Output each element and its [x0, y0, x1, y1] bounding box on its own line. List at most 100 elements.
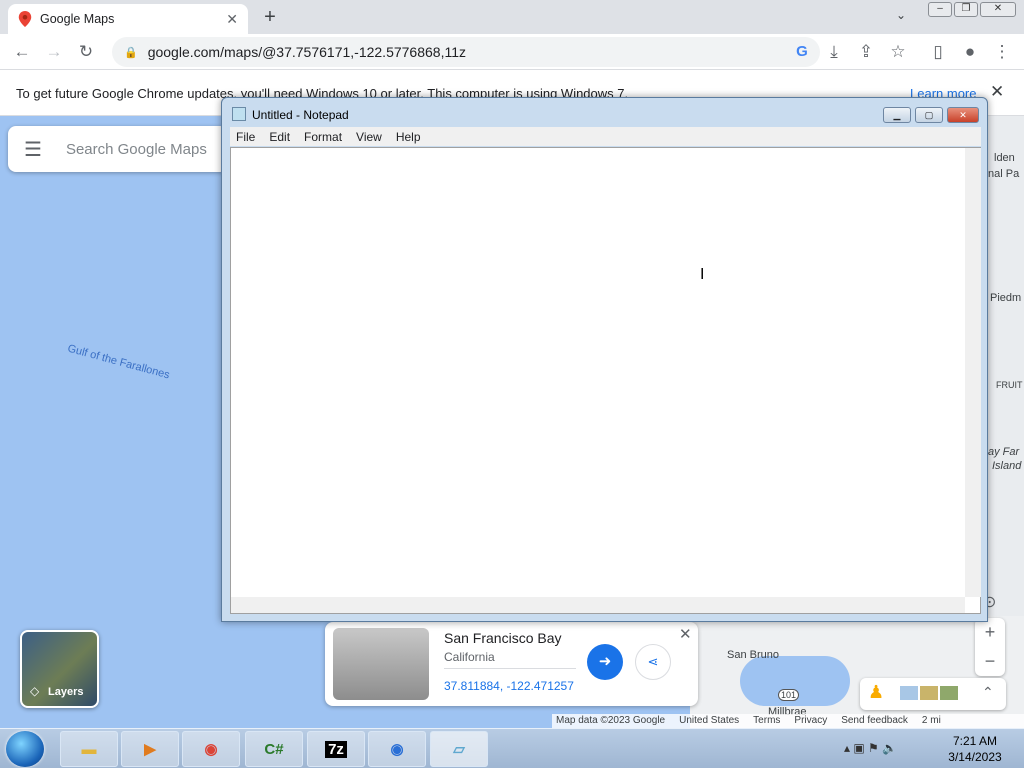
windows-taskbar: ▬ ▶ ◉ C# 7z ◉ ▱ ▴ ▣ ⚑ 🔈 7:21 AM 3/14/202… [0, 728, 1024, 768]
menu-format[interactable]: Format [304, 130, 342, 144]
taskbar-chrome[interactable]: ◉ [182, 731, 240, 767]
bookmark-star-icon[interactable]: ☆ [886, 40, 910, 64]
share-button[interactable]: ⋖ [635, 644, 671, 680]
menu-edit[interactable]: Edit [269, 130, 290, 144]
close-infobar-icon[interactable]: ✕ [990, 82, 1004, 102]
back-icon[interactable]: ← [10, 40, 34, 64]
send-feedback-link[interactable]: Send feedback [841, 714, 908, 728]
edge-label: Piedm [990, 292, 1022, 304]
taskbar-csharp[interactable]: C# [245, 731, 303, 767]
forward-icon[interactable]: → [42, 40, 66, 64]
zoom-out-button[interactable]: − [975, 647, 1005, 676]
notepad-text-area[interactable] [230, 147, 981, 614]
divider [444, 668, 576, 669]
clock-time: 7:21 AM [952, 734, 998, 748]
taskbar-notepad[interactable]: ▱ [430, 731, 488, 767]
edge-label: nal Pa [988, 168, 1020, 180]
place-coordinates[interactable]: 37.811884, -122.471257 [444, 679, 574, 693]
place-card: San Francisco Bay California 37.811884, … [325, 622, 698, 706]
share-icon: ⋖ [647, 654, 659, 669]
install-icon[interactable]: ⤓ [822, 40, 846, 64]
notepad-maximize-button[interactable]: ▢ [915, 107, 943, 123]
country-link[interactable]: United States [679, 714, 739, 728]
system-tray-icons[interactable]: ▴ ▣ ⚑ 🔈 [844, 741, 897, 755]
map-footer: Map data ©2023 Google United States Term… [552, 714, 1024, 728]
restore-button[interactable]: ❐ [954, 2, 978, 17]
map-land-south [690, 616, 1024, 728]
notepad-title: Untitled - Notepad [252, 108, 349, 122]
edge-label: lden [994, 152, 1015, 164]
horizontal-scrollbar[interactable] [231, 597, 965, 613]
url-text: google.com/maps/@37.7576171,-122.5776868… [147, 44, 466, 60]
edge-label: FRUIT [996, 380, 1023, 390]
tab-title: Google Maps [40, 12, 115, 26]
side-panel-icon[interactable]: ▯ [926, 40, 950, 64]
directions-button[interactable]: ➜ [587, 644, 623, 680]
taskbar-explorer[interactable]: ▬ [60, 731, 118, 767]
clock-date: 3/14/2023 [948, 750, 1002, 764]
new-tab-button[interactable]: + [258, 6, 282, 30]
pegman-icon[interactable]: ♟ [868, 682, 884, 703]
menu-help[interactable]: Help [396, 130, 421, 144]
vertical-scrollbar[interactable] [965, 148, 981, 597]
terms-link[interactable]: Terms [753, 714, 780, 728]
chromium-icon: ◉ [390, 741, 404, 758]
place-photo[interactable] [333, 628, 429, 700]
close-window-button[interactable]: ✕ [980, 2, 1016, 17]
media-player-icon: ▶ [144, 741, 156, 758]
street-view-bar: ♟ ⌃ [860, 678, 1006, 710]
expand-icon[interactable]: ⌃ [982, 684, 994, 701]
layer-thumbnail-3[interactable] [940, 686, 958, 700]
privacy-link[interactable]: Privacy [794, 714, 827, 728]
close-card-icon[interactable]: ✕ [679, 625, 692, 643]
7zip-icon: 7z [325, 740, 347, 758]
tab-google-maps[interactable]: Google Maps ✕ [8, 4, 248, 34]
scale-label[interactable]: 2 mi [922, 714, 941, 728]
notepad-close-button[interactable]: ✕ [947, 107, 979, 123]
map-data-attribution: Map data ©2023 Google [556, 715, 666, 726]
menu-view[interactable]: View [356, 130, 382, 144]
edge-label: ay Far [988, 446, 1020, 458]
directions-icon: ➜ [598, 653, 612, 670]
place-region: California [444, 650, 495, 664]
text-cursor-icon: I [700, 266, 705, 283]
tab-search-icon[interactable]: ⌄ [896, 8, 906, 22]
csharp-icon: C# [264, 740, 284, 758]
reload-icon[interactable]: ↻ [74, 40, 98, 64]
hamburger-menu-icon[interactable]: ☰ [24, 137, 42, 162]
notepad-minimize-button[interactable]: ▁ [883, 107, 911, 123]
layers-label: Layers [48, 686, 84, 698]
notepad-window: Untitled - Notepad ▁ ▢ ✕ File Edit Forma… [221, 97, 988, 622]
zoom-in-button[interactable]: + [975, 618, 1005, 647]
place-name[interactable]: San Francisco Bay [444, 630, 562, 646]
share-icon[interactable]: ⇪ [854, 40, 878, 64]
zoom-controls: + − [975, 618, 1005, 676]
google-icon[interactable]: G [790, 40, 814, 64]
minimize-button[interactable]: – [928, 2, 952, 17]
maps-search-box[interactable]: ☰ Search Google Maps [8, 126, 228, 172]
lock-icon: 🔒 [124, 46, 138, 59]
profile-icon[interactable]: ● [958, 40, 982, 64]
tab-strip: Google Maps ✕ + ⌄ – ❐ ✕ [0, 0, 1024, 34]
layers-button[interactable]: ◇ Layers [20, 630, 99, 708]
search-input[interactable]: Search Google Maps [66, 141, 207, 158]
browser-toolbar: ← → ↻ 🔒 google.com/maps/@37.7576171,-122… [0, 34, 1024, 70]
notepad-icon: ▱ [453, 741, 465, 758]
layer-thumbnail-1[interactable] [900, 686, 918, 700]
start-button[interactable] [6, 731, 44, 767]
notepad-icon [232, 107, 246, 121]
layer-thumbnail-2[interactable] [920, 686, 938, 700]
taskbar-chromium[interactable]: ◉ [368, 731, 426, 767]
address-bar[interactable]: 🔒 google.com/maps/@37.7576171,-122.57768… [112, 37, 820, 67]
close-tab-icon[interactable]: ✕ [226, 11, 238, 28]
system-clock[interactable]: 7:21 AM 3/14/2023 [930, 733, 1020, 765]
notepad-menubar: File Edit Format View Help [230, 127, 981, 146]
folder-icon: ▬ [81, 740, 97, 758]
taskbar-media-player[interactable]: ▶ [121, 731, 179, 767]
menu-kebab-icon[interactable]: ⋮ [990, 40, 1014, 64]
highway-shield: 101 [778, 689, 800, 701]
map-land-east [985, 116, 1024, 636]
menu-file[interactable]: File [236, 130, 255, 144]
water-label: Gulf of the Farallones [66, 342, 171, 382]
taskbar-7zip[interactable]: 7z [307, 731, 365, 767]
